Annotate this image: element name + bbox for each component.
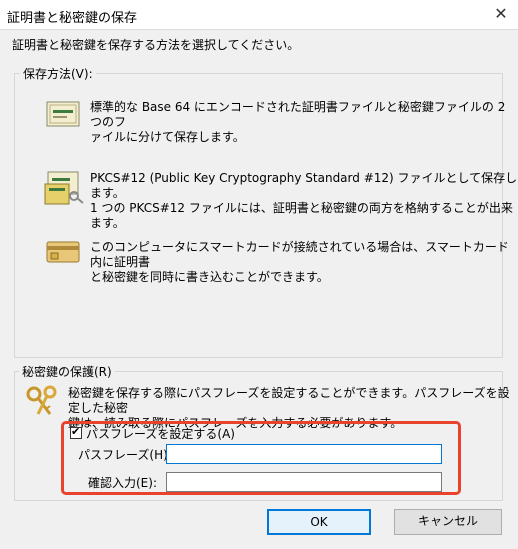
smart-card-icon[interactable]: [46, 240, 80, 264]
ok-button[interactable]: OK: [267, 509, 371, 535]
protection-legend: 秘密鍵の保護(R): [19, 363, 115, 380]
option-base64-line1: 標準的な Base 64 にエンコードされた証明書ファイルと秘密鍵ファイルの 2…: [90, 100, 506, 129]
close-icon[interactable]: ✕: [488, 2, 514, 26]
option-pkcs12-line2: 1 つの PKCS#12 ファイルには、証明書と秘密鍵の両方を格納することが出来…: [90, 201, 513, 230]
save-method-legend: 保存方法(V):: [20, 65, 96, 82]
option-base64[interactable]: 標準的な Base 64 にエンコードされた証明書ファイルと秘密鍵ファイルの 2…: [90, 100, 518, 145]
option-smartcard-line1: このコンピュータにスマートカードが接続されている場合は、スマートカード内に証明書: [90, 240, 509, 269]
cancel-button[interactable]: キャンセル: [394, 509, 502, 535]
instruction-text: 証明書と秘密鍵を保存する方法を選択してください。: [12, 38, 300, 52]
keys-icon: [26, 385, 57, 415]
option-base64-line2: ァイルに分けて保存します。: [90, 130, 245, 144]
option-pkcs12[interactable]: PKCS#12 (Public Key Cryptography Standar…: [90, 171, 518, 231]
title-bar: 証明書と秘密鍵の保存 ✕: [0, 0, 518, 30]
protection-description-line1: 秘密鍵を保存する際にパスフレーズを設定することができます。パスフレーズを設定した…: [68, 386, 510, 415]
option-pkcs12-line1: PKCS#12 (Public Key Cryptography Standar…: [90, 171, 518, 200]
option-smartcard-line2: と秘密鍵を同時に書き込むことができます。: [90, 270, 329, 284]
option-smartcard[interactable]: このコンピュータにスマートカードが接続されている場合は、スマートカード内に証明書…: [90, 240, 518, 285]
pkcs12-key-icon[interactable]: [44, 170, 84, 206]
highlight-box: [61, 421, 461, 495]
window-title: 証明書と秘密鍵の保存: [7, 11, 138, 26]
certificate-icon[interactable]: [46, 100, 80, 128]
